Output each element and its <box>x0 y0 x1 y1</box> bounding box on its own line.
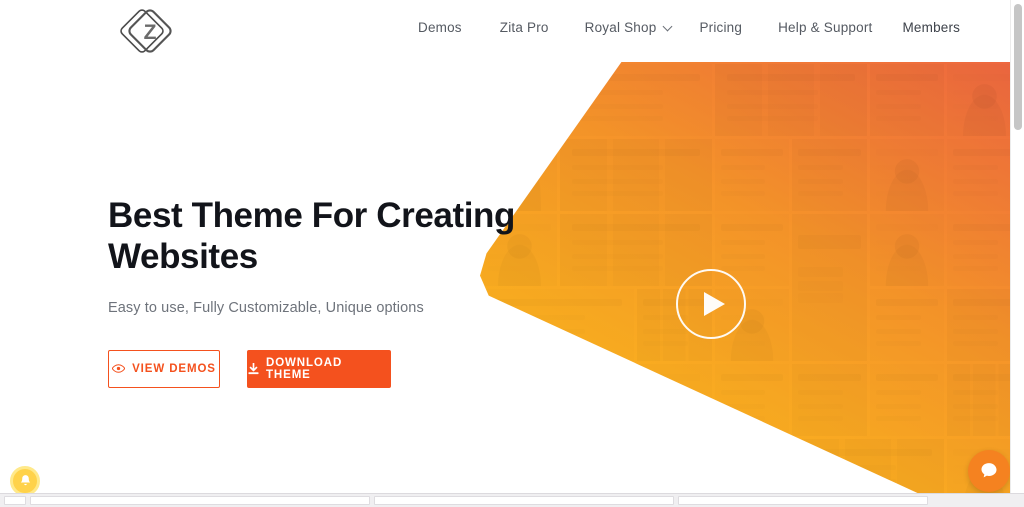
view-demos-button[interactable]: VIEW DEMOS <box>108 349 220 388</box>
site-header: Z Demos Zita Pro Royal Shop Pricing Help… <box>0 0 1010 62</box>
hero-content: Best Theme For Creating Websites Easy to… <box>108 196 528 388</box>
taskbar-item[interactable] <box>30 496 370 505</box>
taskbar-item[interactable] <box>374 496 674 505</box>
page-title: Best Theme For Creating Websites <box>108 196 515 276</box>
nav-item-pricing[interactable]: Pricing <box>699 20 742 35</box>
view-demos-label: VIEW DEMOS <box>132 362 216 375</box>
nav-item-demos[interactable]: Demos <box>418 20 462 35</box>
play-icon <box>704 292 725 316</box>
download-theme-button[interactable]: DOWNLOAD THEME <box>247 349 391 388</box>
hero-image <box>480 62 1024 507</box>
nav-item-members[interactable]: Members <box>902 20 960 35</box>
nav-item-label: Zita Pro <box>499 20 549 35</box>
chat-bubble-icon <box>981 463 997 478</box>
chat-widget-button[interactable] <box>968 450 1010 492</box>
taskbar <box>0 493 1024 507</box>
hero-cta-group: VIEW DEMOS DOWNLOAD THEME <box>108 349 528 388</box>
nav-item-label: Members <box>902 20 961 35</box>
play-video-button[interactable] <box>676 269 746 339</box>
nav-item-label: Royal Shop <box>584 20 657 35</box>
nav-item-label: Demos <box>418 20 462 35</box>
notification-bell-button[interactable] <box>10 466 40 496</box>
eye-icon <box>112 364 126 374</box>
nav-item-zita-pro[interactable]: Zita Pro <box>500 20 549 35</box>
download-icon <box>248 362 259 375</box>
download-theme-label: DOWNLOAD THEME <box>266 356 343 381</box>
zita-logo[interactable]: Z <box>120 4 178 58</box>
browser-viewport: Z Demos Zita Pro Royal Shop Pricing Help… <box>0 0 1024 507</box>
taskbar-item[interactable] <box>4 496 26 505</box>
nav-item-royal-shop[interactable]: Royal Shop <box>585 20 674 35</box>
taskbar-item[interactable] <box>678 496 928 505</box>
svg-text:Z: Z <box>144 21 157 44</box>
nav-item-help-support[interactable]: Help & Support <box>778 20 872 35</box>
nav-item-label: Help & Support <box>778 20 873 35</box>
hero-gradient-overlay-2 <box>480 62 1024 507</box>
main-navigation: Demos Zita Pro Royal Shop Pricing Help &… <box>418 20 960 35</box>
scrollbar-thumb[interactable] <box>1014 4 1022 130</box>
zita-logo-icon: Z <box>120 9 172 53</box>
chevron-down-icon <box>664 23 673 32</box>
hero-subtitle: Easy to use, Fully Customizable, Unique … <box>108 299 424 316</box>
bell-icon <box>20 475 30 486</box>
nav-item-label: Pricing <box>699 20 743 35</box>
vertical-scrollbar[interactable] <box>1010 0 1024 507</box>
